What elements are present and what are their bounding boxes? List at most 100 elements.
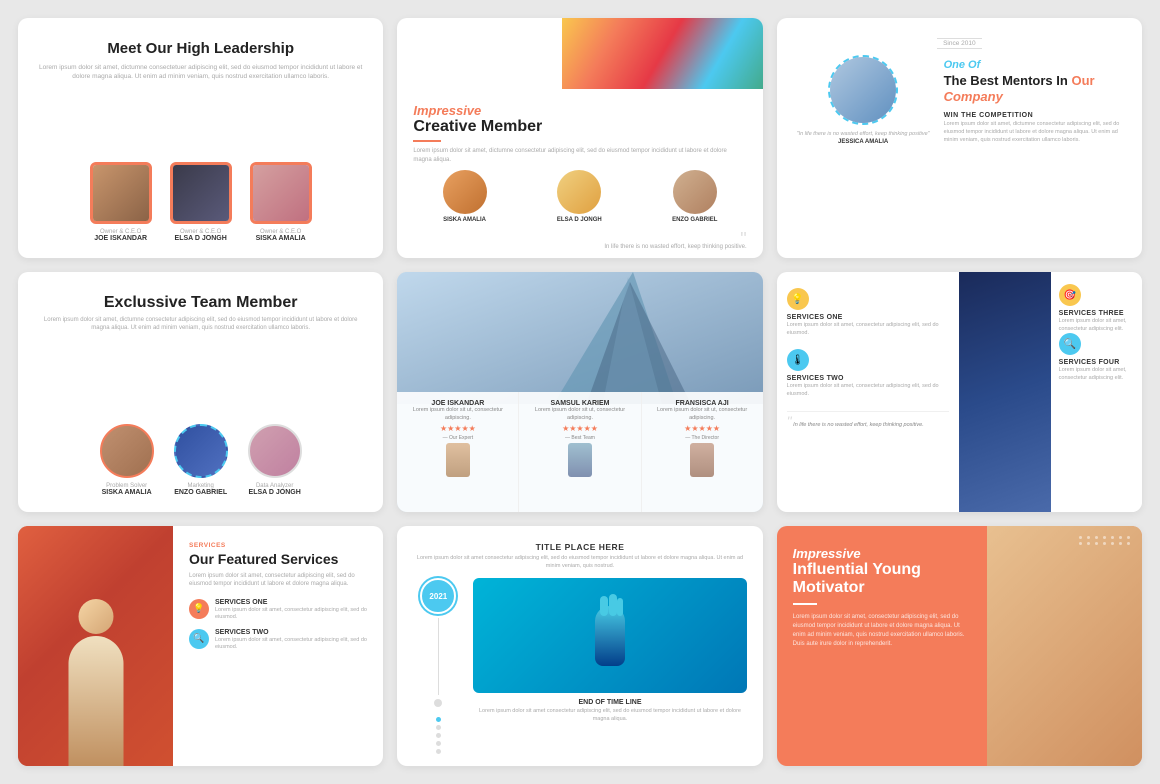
- card2-person-2: ELSA D JONGH: [557, 170, 602, 223]
- card2-desc: Lorem ipsum dolor sit amet, dictumne con…: [413, 147, 746, 164]
- card5-pname-3: FRANSISCA AJI: [676, 400, 729, 407]
- card5-bg: [397, 272, 762, 404]
- card1-title: Meet Our High Leadership: [107, 40, 294, 57]
- card2-avatar-2: [557, 170, 601, 214]
- card5-personimg-2: [568, 443, 592, 477]
- card4-member-2: Marketing ENZO GABRIEL: [174, 424, 228, 496]
- quote-mark: ": [413, 235, 746, 244]
- card7-sname-2: SERVICES TWO: [215, 629, 367, 636]
- card9-line: [793, 603, 817, 605]
- card9-title: Influential Young Motivator: [793, 561, 971, 598]
- card7-sname-1: SERVICES ONE: [215, 599, 367, 606]
- card2-people: SISKA AMALIA ELSA D JONGH ENZO GABRIEL: [397, 164, 762, 231]
- card2-quote-text: In life there is no wasted effort, keep …: [413, 244, 746, 250]
- card3-title-our: Our: [1071, 73, 1094, 88]
- card5-personimg-3: [690, 443, 714, 477]
- card4-title: Exclussive Team Member: [38, 294, 363, 312]
- card-mentor: Since 2010 "In life there is no wasted e…: [777, 18, 1142, 258]
- card5-pdesc-1: Lorem ipsum dolor sit ut, consectetur ad…: [403, 407, 512, 422]
- card8-node: 2021: [420, 578, 456, 614]
- card-creative: Impressive Creative Member Lorem ipsum d…: [397, 18, 762, 258]
- card4-name-1: SISKA AMALIA: [102, 489, 152, 496]
- card9-photo: [987, 526, 1142, 766]
- card7-services-label: SERVICES: [189, 542, 367, 549]
- card9-photo-bg: [987, 526, 1142, 766]
- card3-left: "In life there is no wasted effort, keep…: [797, 55, 930, 145]
- card8-content: 2021: [413, 578, 746, 754]
- card4-name-3: ELSA D JONGH: [249, 489, 301, 496]
- card3-since: Since 2010: [797, 40, 1122, 47]
- card2-line: [413, 140, 441, 142]
- card6-service-4: 🔍 SERVICES FOUR Lorem ipsum dolor sit am…: [1059, 333, 1134, 382]
- card3-title-one: One Of: [944, 59, 981, 71]
- card6-right: 🎯 SERVICES THREE Lorem ipsum dolor sit a…: [959, 272, 1142, 512]
- mem-name-3: SISKA AMALIA: [256, 235, 306, 242]
- card8-title: TITLE PLACE HERE: [413, 542, 746, 552]
- card3-win-desc: Lorem ipsum dolor sit amet, dictumne con…: [944, 121, 1122, 144]
- card8-timeline-line: [438, 618, 439, 695]
- card8-dots-col: [436, 717, 441, 754]
- card4-members: Problem Solver SISKA AMALIA Marketing EN…: [38, 424, 363, 496]
- card6-sname-2: SERVICES TWO: [787, 375, 844, 382]
- card4-desc: Lorem ipsum dolor sit amet, dictumne con…: [38, 316, 363, 333]
- card6-sdesc-3: Lorem ipsum dolor sit amet, consectetur …: [1059, 318, 1134, 333]
- avatar-2: [170, 162, 232, 224]
- card6-icon-2: 🌡: [787, 349, 809, 371]
- mem-name-2: ELSA D JONGH: [175, 235, 227, 242]
- card6-service-1: 💡 SERVICES ONE Lorem ipsum dolor sit ame…: [787, 288, 950, 337]
- card8-end-section: END OF TIME LINE Lorem ipsum dolor sit a…: [473, 699, 746, 723]
- card2-pname-2: ELSA D JONGH: [557, 217, 602, 223]
- card6-icon-1: 💡: [787, 288, 809, 310]
- member-3: Owner & C.E.O SISKA AMALIA: [250, 162, 312, 242]
- card6-photo: [959, 272, 1050, 512]
- card-timeline: TITLE PLACE HERE Lorem ipsum dolor sit a…: [397, 526, 762, 766]
- card2-person-1: SISKA AMALIA: [443, 170, 487, 223]
- card-motivator: Impressive Influential Young Motivator L…: [777, 526, 1142, 766]
- card-leadership: Meet Our High Leadership Lorem ipsum dol…: [18, 18, 383, 258]
- card4-avatar-1: [100, 424, 154, 478]
- card2-top: [397, 18, 762, 89]
- card7-person-silhouette: [68, 599, 123, 766]
- card5-stars-3: ★★★★★: [684, 424, 720, 433]
- card7-title: Our Featured Services: [189, 551, 367, 568]
- card6-sdesc-2: Lorem ipsum dolor sit amet, consectetur …: [787, 383, 950, 398]
- card7-photo: [18, 526, 173, 766]
- card3-quote-text: "In life there is no wasted effort, keep…: [797, 131, 930, 137]
- card5-pdesc-3: Lorem ipsum dolor sit ut, consectetur ad…: [648, 407, 757, 422]
- mem-name-1: JOE ISKANDAR: [94, 235, 147, 242]
- card7-sdesc-2: Lorem ipsum dolor sit amet, consectetur …: [215, 637, 367, 651]
- card7-sdesc-1: Lorem ipsum dolor sit amet, consectetur …: [215, 607, 367, 621]
- card2-person-3: ENZO GABRIEL: [672, 170, 717, 223]
- card7-service-1: 💡 SERVICES ONE Lorem ipsum dolor sit ame…: [189, 599, 367, 621]
- card4-avatar-3: [248, 424, 302, 478]
- card2-text-area: Impressive Creative Member Lorem ipsum d…: [397, 89, 762, 164]
- card5-person-2: SAMSUL KARIEM Lorem ipsum dolor sit ut, …: [519, 392, 641, 512]
- card2-quote: " In life there is no wasted effort, kee…: [397, 231, 762, 258]
- card7-sicon-2: 🔍: [189, 629, 209, 649]
- card5-people: JOE ISKANDAR Lorem ipsum dolor sit ut, c…: [397, 392, 762, 512]
- card5-label-2: — Best Team: [565, 435, 595, 441]
- card3-content: "In life there is no wasted effort, keep…: [797, 55, 1122, 145]
- card8-end-title: END OF TIME LINE: [473, 699, 746, 706]
- card3-av-bg: [830, 57, 896, 123]
- card3-title-best: The Best Mentors In Our Company: [944, 73, 1122, 104]
- card6-quote-mark: ": [787, 413, 792, 429]
- avatar-1: [90, 162, 152, 224]
- card9-imp: Impressive: [793, 546, 971, 561]
- card7-desc: Lorem ipsum dolor sit amet, consectetur …: [189, 572, 367, 589]
- hand-shape: [595, 606, 625, 666]
- card2-avatar-3: [673, 170, 717, 214]
- member-1: Owner & C.E.O JOE ISKANDAR: [90, 162, 152, 242]
- card6-icon-3: 🎯: [1059, 284, 1081, 306]
- card3-win: WIN THE COMPETITION Lorem ipsum dolor si…: [944, 112, 1122, 144]
- main-grid: Meet Our High Leadership Lorem ipsum dol…: [18, 18, 1142, 766]
- card2-title-main: Creative Member: [413, 118, 746, 136]
- card5-person-1: JOE ISKANDAR Lorem ipsum dolor sit ut, c…: [397, 392, 519, 512]
- avatar-img-3: [253, 165, 309, 221]
- triangle-3: [598, 277, 668, 404]
- card1-subtitle: Lorem ipsum dolor sit amet, dictumne con…: [38, 63, 363, 81]
- member-2: Owner & C.E.O ELSA D JONGH: [170, 162, 232, 242]
- card2-pname-1: SISKA AMALIA: [443, 217, 486, 223]
- avatar-img-2: [173, 165, 229, 221]
- card3-quote-name: JESSICA AMALIA: [797, 139, 930, 145]
